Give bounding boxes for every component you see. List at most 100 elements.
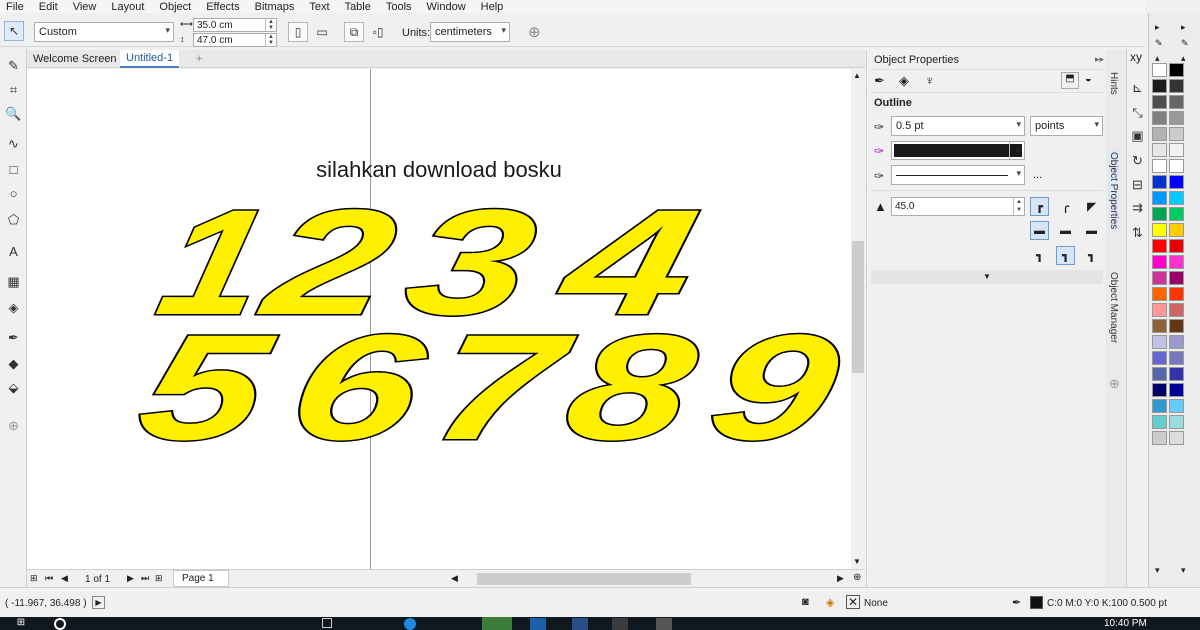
add-tab-button[interactable]: + (190, 50, 208, 68)
windows-start-icon[interactable]: ⊞ (0, 617, 42, 630)
dimension-icon[interactable]: ⊾ (1127, 77, 1148, 98)
color-swatch[interactable] (1152, 335, 1167, 349)
color-swatch[interactable] (1152, 351, 1167, 365)
outline-units-select[interactable]: points ▾ (1030, 116, 1103, 136)
color-swatch[interactable] (1169, 239, 1184, 253)
round-corner-icon[interactable]: ╭ (1056, 197, 1075, 216)
page-width-field[interactable]: 35.0 cm ▲ ▼ (193, 18, 277, 32)
ellipse-tool-icon[interactable]: ○ (3, 183, 24, 204)
scroll-left-icon[interactable]: ◀ (451, 573, 458, 584)
tab-object-properties[interactable]: Object Properties (1108, 150, 1119, 232)
previous-page-icon[interactable]: ◀ (61, 573, 68, 584)
color-swatch[interactable] (1152, 367, 1167, 381)
color-swatch[interactable] (1169, 95, 1184, 109)
table-tool-icon[interactable]: ▦ (3, 271, 24, 292)
add-page-after-icon[interactable]: ⊞ (155, 573, 163, 584)
rectangle-tool-icon[interactable]: □ (3, 159, 24, 180)
color-swatch[interactable] (1169, 191, 1184, 205)
page-tab[interactable]: Page 1 (173, 570, 229, 587)
outline-color-swatch[interactable] (894, 144, 1022, 157)
freehand-tool-icon[interactable]: ∿ (3, 133, 24, 154)
color-swatch[interactable] (1169, 351, 1184, 365)
color-swatch[interactable] (1169, 175, 1184, 189)
spinner-arrows-icon[interactable]: ▲ ▼ (265, 34, 276, 46)
palette-down-icon[interactable]: ▾ (1181, 565, 1186, 576)
add-docker-icon[interactable]: ⊕ (1109, 376, 1120, 392)
pick-tool-icon[interactable]: ↖ (4, 21, 24, 41)
line-style-select[interactable]: ▾ (891, 165, 1025, 185)
color-swatch[interactable] (1152, 79, 1167, 93)
round-cap-icon[interactable]: ▬ (1056, 221, 1075, 240)
center-position-icon[interactable]: ┓ (1056, 246, 1075, 265)
color-swatch[interactable] (1152, 175, 1167, 189)
color-swatch[interactable] (1152, 415, 1167, 429)
task-view-icon[interactable] (322, 618, 332, 628)
color-swatch[interactable] (1152, 159, 1167, 173)
app-icon[interactable] (572, 618, 588, 630)
menu-item-table[interactable]: Table (345, 1, 371, 13)
palette-arrow-icon[interactable]: ▸ (1181, 22, 1186, 33)
menu-item-layout[interactable]: Layout (111, 1, 144, 13)
app-icon[interactable] (530, 618, 546, 630)
scroll-right-icon[interactable]: ▶ (837, 573, 844, 584)
color-swatch[interactable] (1169, 335, 1184, 349)
color-swatch[interactable] (1169, 415, 1184, 429)
color-swatch[interactable] (1169, 63, 1184, 77)
color-swatch[interactable] (1152, 319, 1167, 333)
menu-item-tools[interactable]: Tools (386, 1, 412, 13)
color-swatch[interactable] (1152, 383, 1167, 397)
palette-arrow-icon[interactable]: ▸ (1155, 22, 1160, 33)
color-swatch[interactable] (1169, 287, 1184, 301)
color-swatch[interactable] (1152, 287, 1167, 301)
bevel-corner-icon[interactable]: ◤ (1082, 197, 1101, 216)
color-swatch[interactable] (1169, 127, 1184, 141)
color-swatch[interactable] (1169, 399, 1184, 413)
color-swatch[interactable] (1169, 319, 1184, 333)
units-select[interactable]: centimeters ▾ (430, 22, 510, 42)
menu-item-help[interactable]: Help (481, 1, 504, 13)
butt-cap-icon[interactable]: ▬ (1030, 221, 1049, 240)
color-swatch[interactable] (1152, 223, 1167, 237)
color-swatch[interactable] (1169, 159, 1184, 173)
text-tool-icon[interactable]: A (3, 241, 24, 262)
color-swatch[interactable] (1152, 127, 1167, 141)
table-icon[interactable]: ▣ (1127, 125, 1148, 146)
menu-item-view[interactable]: View (73, 1, 97, 13)
landscape-icon[interactable]: ▭ (312, 22, 332, 42)
tab-object-manager[interactable]: Object Manager (1108, 272, 1119, 343)
menu-item-window[interactable]: Window (427, 1, 466, 13)
app-icon[interactable] (612, 618, 628, 630)
color-swatch[interactable] (1169, 271, 1184, 285)
palette-down-icon[interactable]: ▾ (1155, 565, 1160, 576)
digit-9[interactable]: 9 (695, 303, 851, 473)
options-icon[interactable]: ◒ (1085, 73, 1092, 85)
more-options-button[interactable]: ... (1033, 169, 1042, 181)
horizontal-scroll-thumb[interactable] (477, 573, 691, 585)
zoom-icon[interactable]: ⊕ (853, 572, 861, 583)
zoom-tool-icon[interactable]: 🔍 (3, 103, 24, 124)
snap-icon[interactable]: ⇉ (1127, 197, 1148, 218)
color-swatch[interactable] (1169, 223, 1184, 237)
portrait-icon[interactable]: ▯ (288, 22, 308, 42)
eyedropper-tool-icon[interactable]: ✒ (3, 327, 24, 348)
next-page-icon[interactable]: ▶ (127, 573, 134, 584)
color-swatch[interactable] (1152, 111, 1167, 125)
palette-pen-icon[interactable]: ✎ (1181, 38, 1189, 49)
scroll-down-icon[interactable]: ▼ (853, 557, 861, 566)
tab-welcome-screen[interactable]: Welcome Screen (27, 50, 123, 68)
panel-expand-icon[interactable]: ▸▸ (1095, 54, 1104, 65)
vertical-scrollbar[interactable]: ▲ ▼ (851, 69, 865, 569)
square-cap-icon[interactable]: ▬ (1082, 221, 1101, 240)
scroll-up-icon[interactable]: ▲ (853, 71, 861, 80)
color-swatch[interactable] (1152, 143, 1167, 157)
miter-corner-icon[interactable]: ┏ (1030, 197, 1049, 216)
page-preset-select[interactable]: Custom ▾ (34, 22, 174, 42)
color-swatch[interactable] (1169, 111, 1184, 125)
app-icon[interactable] (656, 618, 672, 630)
menu-item-object[interactable]: Object (159, 1, 191, 13)
outside-position-icon[interactable]: ┓ (1030, 246, 1049, 265)
shape-tool-icon[interactable]: ✎ (3, 55, 24, 76)
add-tool-icon[interactable]: ⊕ (3, 415, 24, 436)
rotate-icon[interactable]: ↻ (1127, 150, 1148, 171)
inside-position-icon[interactable]: ┓ (1082, 246, 1101, 265)
